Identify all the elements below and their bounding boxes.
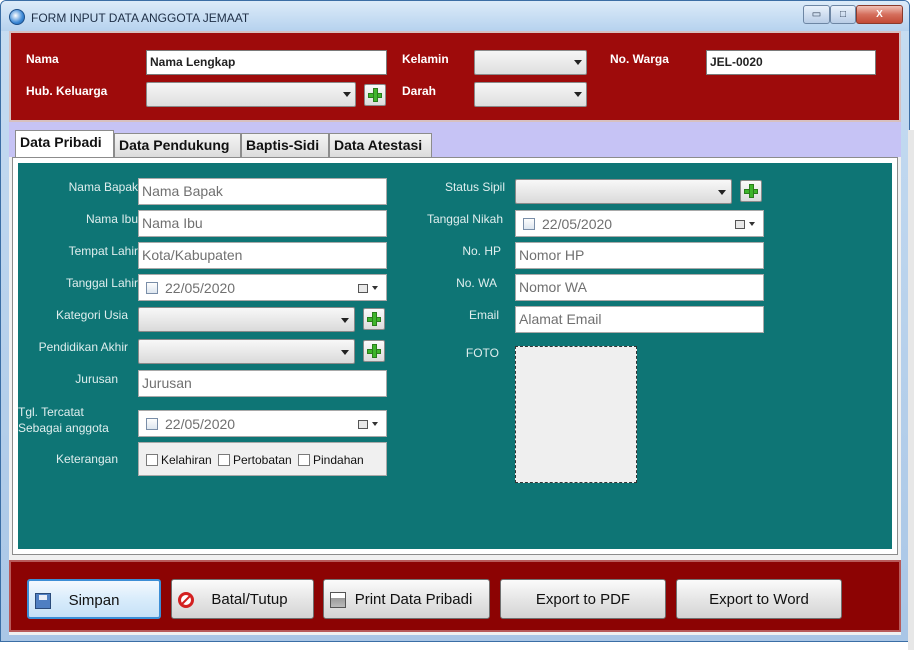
- tab-data-atestasi[interactable]: Data Atestasi: [329, 133, 432, 157]
- no-warga-input[interactable]: JEL-0020: [706, 50, 876, 75]
- no-hp-label: No. HP: [462, 244, 501, 258]
- kategori-usia-select[interactable]: [138, 307, 355, 332]
- no-hp-input[interactable]: Nomor HP: [515, 242, 764, 269]
- kelamin-label: Kelamin: [402, 52, 449, 66]
- chevron-down-icon: [372, 286, 378, 290]
- darah-label: Darah: [402, 84, 437, 98]
- footer-panel: Simpan Batal/Tutup Print Data Pribadi Ex…: [9, 560, 901, 632]
- batal-tutup-button[interactable]: Batal/Tutup: [171, 579, 314, 619]
- tanggal-lahir-checkbox[interactable]: [146, 282, 158, 294]
- calendar-icon[interactable]: [358, 420, 368, 429]
- kelahiran-checkbox[interactable]: Kelahiran: [146, 453, 212, 467]
- chevron-down-icon: [574, 92, 582, 97]
- pendidikan-akhir-select[interactable]: [138, 339, 355, 364]
- tanggal-nikah-checkbox[interactable]: [523, 218, 535, 230]
- add-kategori-usia-button[interactable]: [363, 308, 385, 330]
- simpan-button[interactable]: Simpan: [27, 579, 161, 619]
- batal-tutup-label: Batal/Tutup: [211, 591, 288, 608]
- tanggal-nikah-picker[interactable]: 22/05/2020: [515, 210, 764, 237]
- kategori-usia-label: Kategori Usia: [55, 308, 128, 322]
- foto-label: FOTO: [465, 346, 499, 360]
- chevron-down-icon: [343, 92, 351, 97]
- data-pribadi-panel: Nama Bapak Nama Bapak Nama Ibu Nama Ibu …: [18, 163, 892, 549]
- tanggal-lahir-label: Tanggal Lahir: [65, 276, 138, 290]
- keterangan-group: Kelahiran Pertobatan Pindahan: [138, 442, 387, 476]
- calendar-icon[interactable]: [358, 284, 368, 293]
- nama-bapak-label: Nama Bapak: [68, 180, 138, 194]
- tgl-tercatat-label: Tgl. Tercatat Sebagai anggota: [18, 404, 118, 436]
- print-data-pribadi-button[interactable]: Print Data Pribadi: [323, 579, 490, 619]
- tempat-lahir-label: Tempat Lahir: [68, 244, 138, 258]
- close-window-button[interactable]: X: [856, 5, 903, 24]
- add-pendidikan-button[interactable]: [363, 340, 385, 362]
- export-word-button[interactable]: Export to Word: [676, 579, 842, 619]
- jurusan-input[interactable]: Jurusan: [138, 370, 387, 397]
- hub-keluarga-label: Hub. Keluarga: [26, 84, 108, 98]
- export-pdf-label: Export to PDF: [535, 591, 631, 608]
- tab-data-pendukung[interactable]: Data Pendukung: [114, 133, 241, 157]
- email-label: Email: [468, 308, 499, 322]
- maximize-button[interactable]: □: [830, 5, 856, 24]
- export-word-label: Export to Word: [709, 591, 809, 608]
- pindahan-checkbox[interactable]: Pindahan: [298, 453, 364, 467]
- chevron-down-icon: [341, 318, 349, 323]
- hub-keluarga-select[interactable]: [146, 82, 356, 107]
- add-status-sipil-button[interactable]: [740, 180, 762, 202]
- app-icon: [9, 9, 25, 25]
- kelamin-select[interactable]: [474, 50, 587, 75]
- export-pdf-button[interactable]: Export to PDF: [500, 579, 666, 619]
- print-label: Print Data Pribadi: [354, 591, 473, 608]
- darah-select[interactable]: [474, 82, 587, 107]
- status-sipil-select[interactable]: [515, 179, 732, 204]
- nama-bapak-input[interactable]: Nama Bapak: [138, 178, 387, 205]
- chevron-down-icon: [749, 222, 755, 226]
- tab-strip: Data Pribadi Data Pendukung Baptis-Sidi …: [9, 122, 901, 157]
- background-window-edge: [908, 130, 914, 650]
- keterangan-label: Keterangan: [55, 452, 118, 466]
- tgl-tercatat-checkbox[interactable]: [146, 418, 158, 430]
- chevron-down-icon: [341, 350, 349, 355]
- no-wa-label: No. WA: [456, 276, 497, 290]
- minimize-button[interactable]: ▭: [803, 5, 830, 24]
- pertobatan-label: Pertobatan: [233, 453, 292, 467]
- tgl-tercatat-value: 22/05/2020: [165, 416, 236, 432]
- data-pribadi-page: Nama Bapak Nama Bapak Nama Ibu Nama Ibu …: [12, 157, 898, 555]
- nama-ibu-label: Nama Ibu: [85, 212, 138, 226]
- chevron-down-icon: [372, 422, 378, 426]
- tgl-tercatat-label-line2: Sebagai anggota: [18, 421, 109, 435]
- tanggal-nikah-value: 22/05/2020: [542, 216, 613, 232]
- nama-label: Nama: [26, 52, 59, 66]
- header-panel: Nama Nama Lengkap Hub. Keluarga Kelamin …: [9, 31, 901, 122]
- tgl-tercatat-picker[interactable]: 22/05/2020: [138, 410, 387, 437]
- status-sipil-label: Status Sipil: [444, 180, 505, 194]
- calendar-icon[interactable]: [735, 220, 745, 229]
- photo-box[interactable]: [515, 346, 637, 483]
- chevron-down-icon: [718, 190, 726, 195]
- nama-input[interactable]: Nama Lengkap: [146, 50, 387, 75]
- tanggal-lahir-value: 22/05/2020: [165, 280, 236, 296]
- email-input[interactable]: Alamat Email: [515, 306, 764, 333]
- simpan-label: Simpan: [68, 592, 120, 609]
- add-hub-keluarga-button[interactable]: [364, 84, 386, 106]
- kelahiran-label: Kelahiran: [161, 453, 212, 467]
- no-warga-label: No. Warga: [610, 52, 669, 66]
- tanggal-nikah-label: Tanggal Nikah: [426, 212, 503, 226]
- pertobatan-checkbox[interactable]: Pertobatan: [218, 453, 292, 467]
- tempat-lahir-input[interactable]: Kota/Kabupaten: [138, 242, 387, 269]
- form-client-area: Nama Nama Lengkap Hub. Keluarga Kelamin …: [9, 31, 901, 635]
- window-title: FORM INPUT DATA ANGGOTA JEMAAT: [31, 11, 250, 25]
- title-bar: FORM INPUT DATA ANGGOTA JEMAAT ▭ □ X: [1, 1, 909, 31]
- tgl-tercatat-label-line1: Tgl. Tercatat: [18, 405, 84, 419]
- tab-data-pribadi[interactable]: Data Pribadi: [15, 130, 114, 157]
- chevron-down-icon: [574, 60, 582, 65]
- pendidikan-akhir-label: Pendidikan Akhir: [38, 340, 128, 354]
- jurusan-label: Jurusan: [75, 372, 118, 386]
- no-wa-input[interactable]: Nomor WA: [515, 274, 764, 301]
- tanggal-lahir-picker[interactable]: 22/05/2020: [138, 274, 387, 301]
- nama-ibu-input[interactable]: Nama Ibu: [138, 210, 387, 237]
- pindahan-label: Pindahan: [313, 453, 364, 467]
- tab-baptis-sidi[interactable]: Baptis-Sidi: [241, 133, 329, 157]
- main-window: FORM INPUT DATA ANGGOTA JEMAAT ▭ □ X Nam…: [0, 0, 910, 642]
